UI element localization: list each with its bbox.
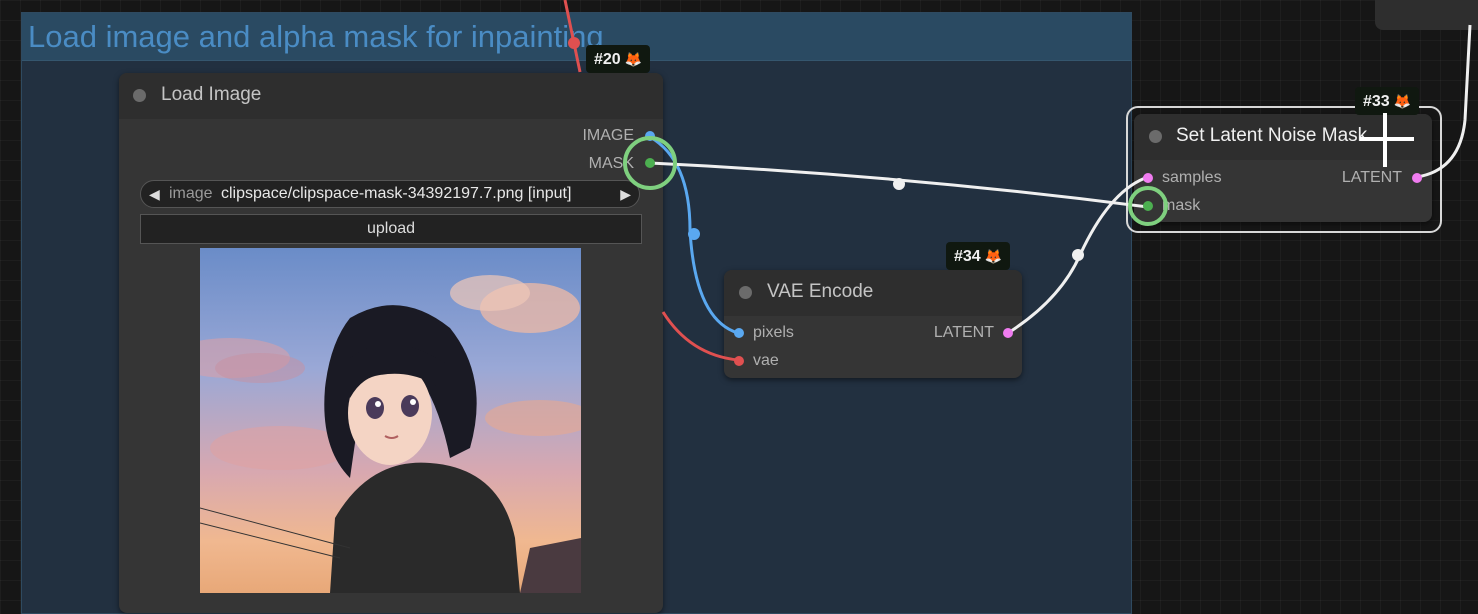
vae-link-top bbox=[563, 0, 582, 73]
vae-link bbox=[661, 311, 739, 362]
badge-id: #33 bbox=[1363, 93, 1390, 110]
pixels-input-slot bbox=[734, 328, 744, 338]
node-id-badge-34: #34 🦊 bbox=[946, 242, 1011, 270]
link-midpoint-blue bbox=[688, 228, 700, 240]
fox-badge-icon: 🦊 bbox=[624, 51, 643, 67]
fox-badge-icon: 🦊 bbox=[984, 248, 1003, 264]
link-midpoint-white bbox=[893, 178, 905, 190]
samples-input-slot bbox=[1143, 173, 1153, 183]
link-midpoint-white-2 bbox=[1072, 249, 1084, 261]
latent-out-link bbox=[1416, 24, 1472, 179]
links-layer bbox=[563, 0, 1472, 366]
latent-output-slot bbox=[1003, 328, 1013, 338]
link-midpoint-red bbox=[568, 37, 580, 49]
crosshair-cursor-icon bbox=[1360, 137, 1414, 141]
vae-input-slot bbox=[734, 356, 744, 366]
crosshair-cursor-icon-vertical bbox=[1383, 113, 1387, 167]
badge-id: #34 bbox=[954, 248, 981, 265]
node-id-badge-20: #20 🦊 bbox=[586, 45, 651, 73]
badge-id: #20 bbox=[594, 51, 621, 68]
latent-output-slot-2 bbox=[1412, 173, 1422, 183]
node-id-badge-33: #33 🦊 bbox=[1355, 87, 1420, 115]
mask-input-slot bbox=[1143, 201, 1153, 211]
mask-output-slot bbox=[645, 158, 655, 168]
fox-badge-icon: 🦊 bbox=[1393, 93, 1412, 109]
